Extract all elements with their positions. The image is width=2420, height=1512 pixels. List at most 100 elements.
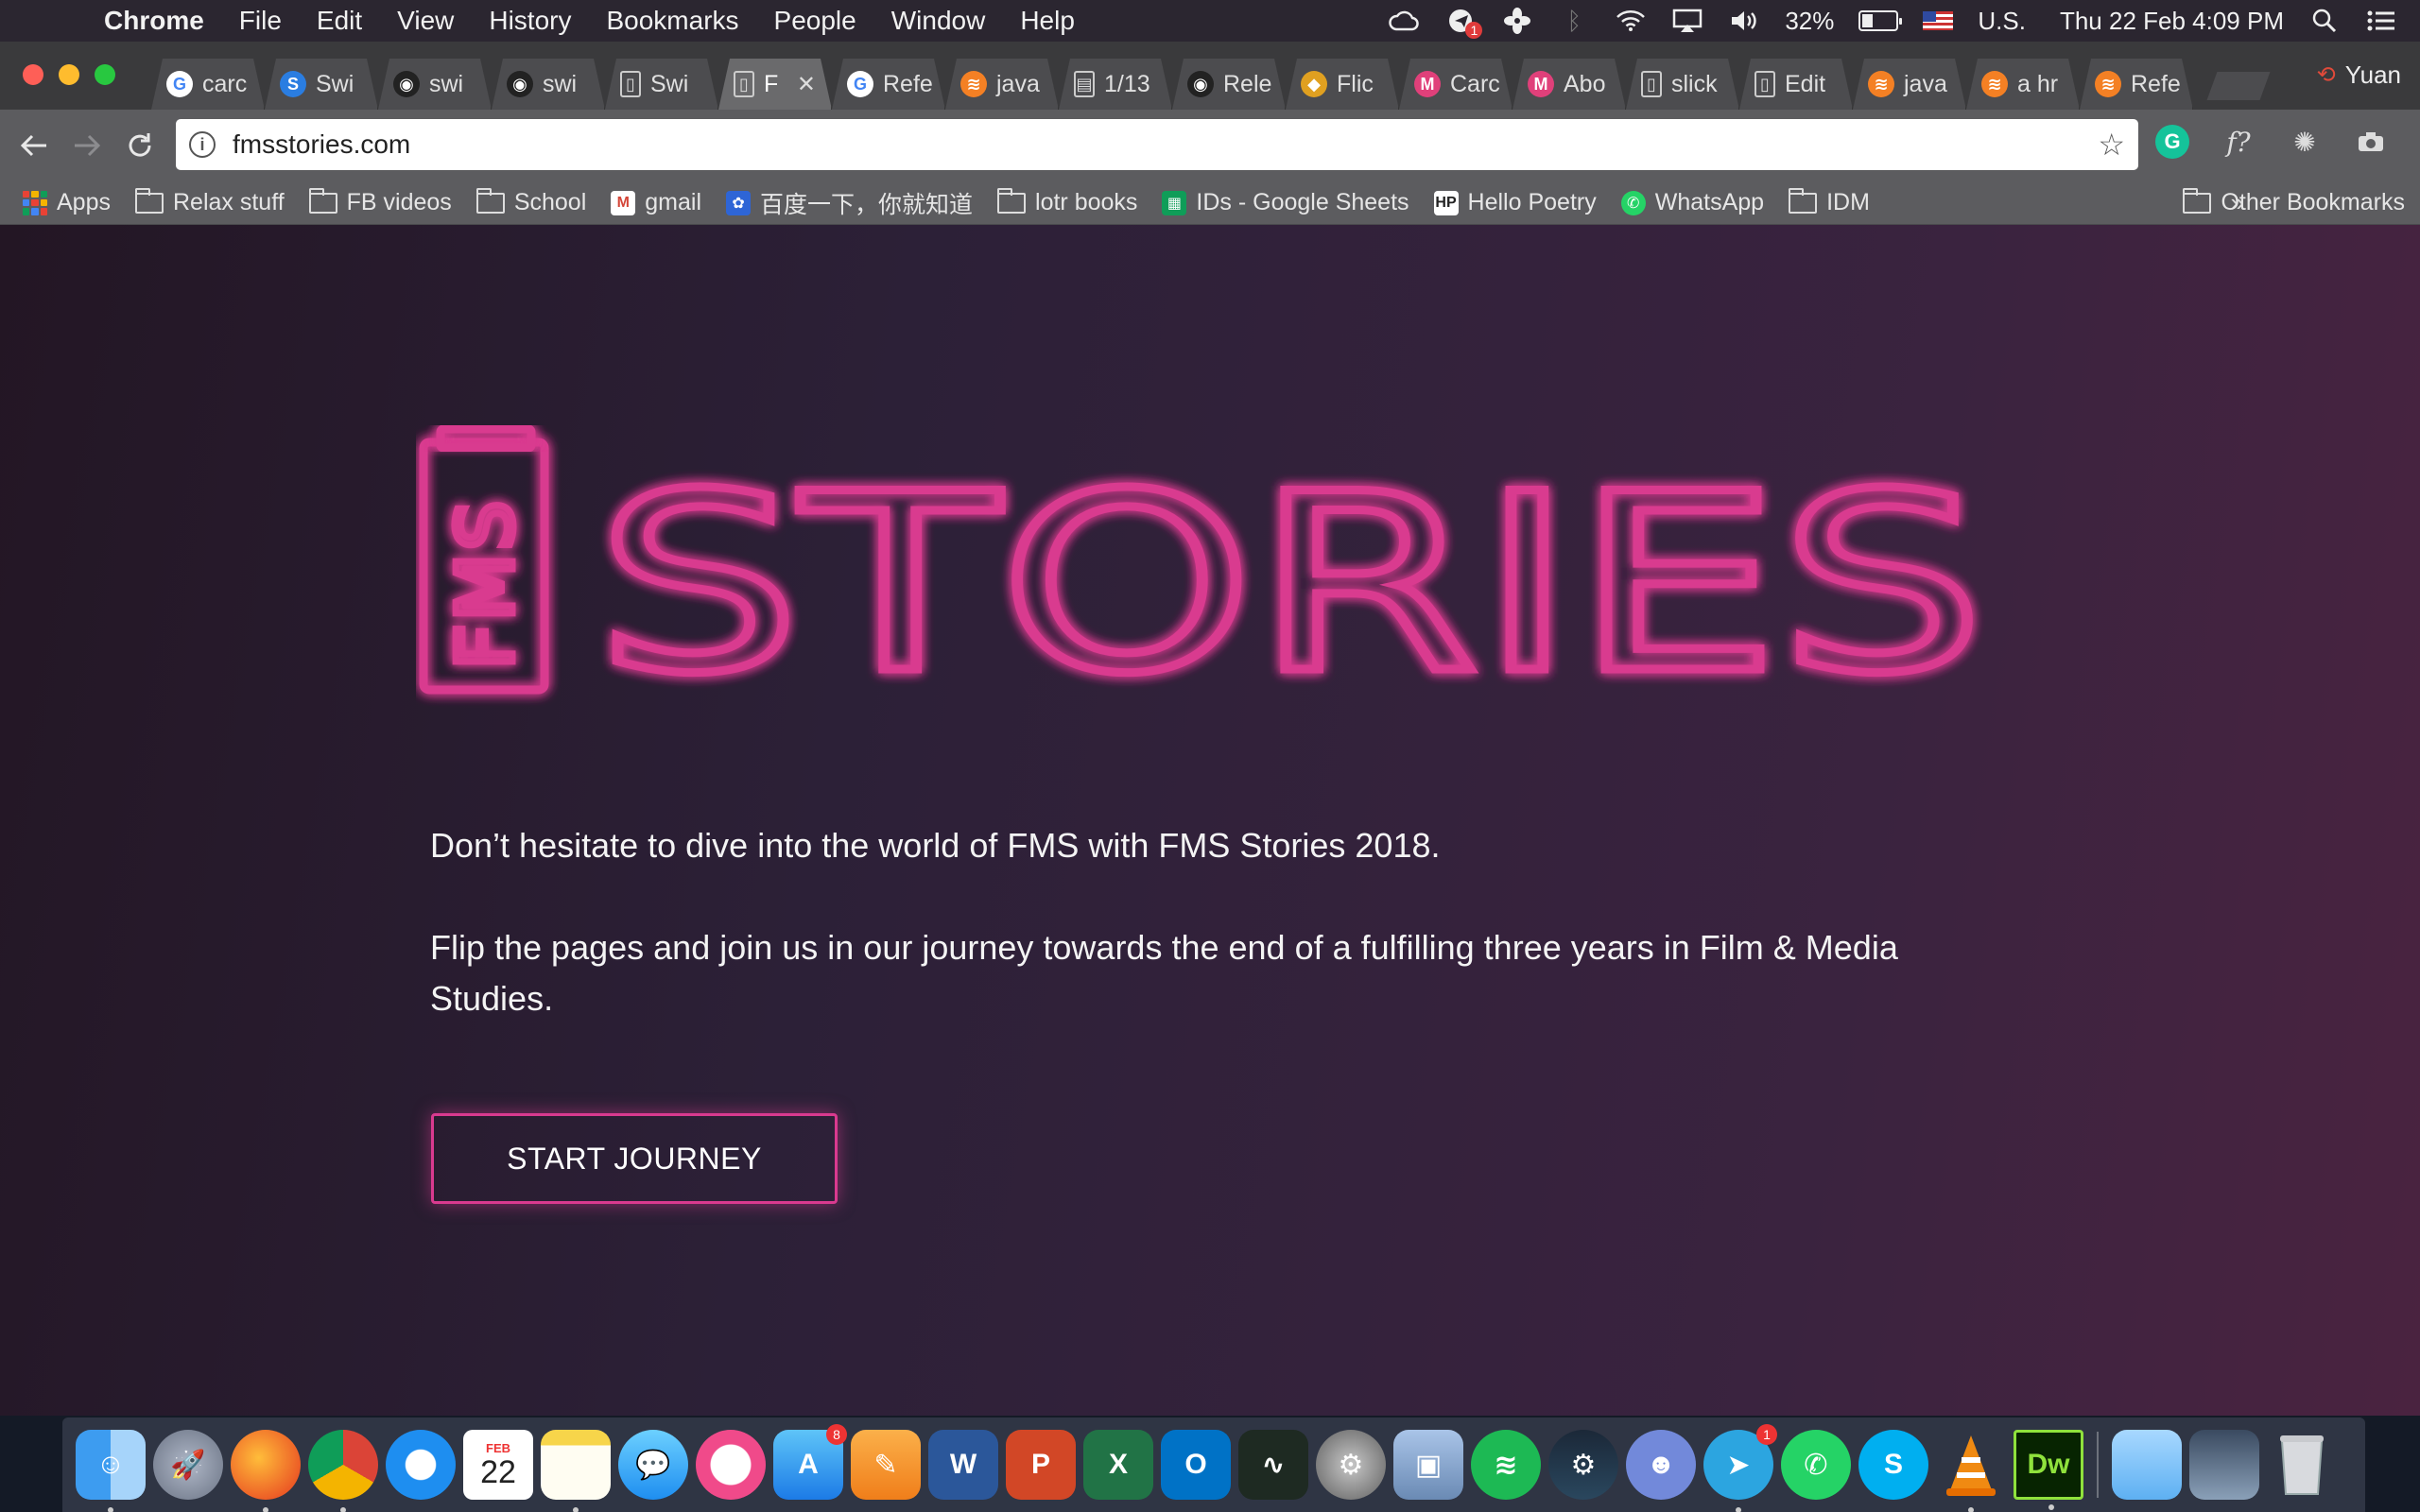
airplay-icon[interactable] (1671, 7, 1703, 35)
word-icon[interactable]: W (928, 1430, 998, 1500)
grammarly-icon[interactable]: G (2155, 125, 2189, 159)
browser-tab[interactable]: ▯ Edit (1739, 59, 1853, 110)
folder-icon[interactable] (2112, 1430, 2182, 1500)
bookmark-item[interactable]: Mgmail (611, 189, 701, 216)
vlc-icon[interactable] (1936, 1430, 2006, 1512)
chrome-icon[interactable] (308, 1430, 378, 1512)
whatsapp-icon[interactable]: ✆ (1781, 1430, 1851, 1500)
window-close-button[interactable] (23, 64, 43, 85)
window-zoom-button[interactable] (95, 64, 115, 85)
menu-window[interactable]: Window (891, 6, 986, 36)
excel-icon[interactable]: X (1083, 1430, 1153, 1500)
powerpoint-icon[interactable]: P (1006, 1430, 1076, 1500)
browser-tab[interactable]: S Swi (265, 59, 378, 110)
browser-tab[interactable]: Gcarc (151, 59, 265, 110)
bookmark-item[interactable]: ✆ WhatsApp (1620, 189, 1764, 216)
menu-bookmarks[interactable]: Bookmarks (606, 6, 738, 36)
forward-button[interactable] (68, 127, 106, 164)
bookmark-item[interactable]: lotr books (997, 187, 1137, 216)
camera-extension-icon[interactable] (2354, 125, 2388, 159)
notification-app-icon[interactable]: 1 (1444, 7, 1483, 39)
screenshot-icon[interactable] (2189, 1430, 2259, 1500)
browser-tab[interactable]: ◉ swi (492, 59, 605, 110)
activity-monitor-icon[interactable]: ∿ (1238, 1430, 1308, 1500)
preview-icon[interactable]: ▣ (1393, 1430, 1463, 1500)
formula-extension-icon[interactable]: f? (2221, 125, 2256, 159)
bookmark-item[interactable]: School (475, 187, 586, 216)
notes-icon[interactable] (541, 1430, 611, 1512)
window-minimize-button[interactable] (59, 64, 79, 85)
site-info-icon[interactable]: i (189, 131, 216, 158)
spotify-icon[interactable]: ≋ (1471, 1430, 1541, 1500)
input-source-label[interactable]: U.S. (1978, 7, 2026, 36)
menu-people[interactable]: People (774, 6, 856, 36)
browser-tab[interactable]: ≋ java (1853, 59, 1966, 110)
browser-tab[interactable]: ◆ Flic (1286, 59, 1399, 110)
bookmark-item[interactable]: FB videos (308, 187, 452, 216)
discord-icon[interactable]: ☻ (1626, 1430, 1696, 1500)
outlook-icon[interactable]: O (1161, 1430, 1231, 1500)
bookmark-item[interactable]: IDM (1789, 187, 1870, 216)
browser-tab[interactable]: M Abo (1512, 59, 1626, 110)
itunes-icon[interactable]: ♫ (696, 1430, 766, 1500)
firefox-icon[interactable] (231, 1430, 301, 1512)
browser-tab[interactable]: M Carc (1399, 59, 1512, 110)
bookmark-item[interactable]: Apps (23, 189, 111, 216)
fan-icon[interactable] (1501, 7, 1533, 35)
bookmark-star-icon[interactable]: ☆ (2098, 127, 2125, 163)
bookmark-item[interactable]: ✿ 百度一下，你就知道 (726, 186, 973, 220)
messages-icon[interactable]: 💬 (618, 1430, 688, 1500)
telegram-icon[interactable]: ➤ 1 (1703, 1424, 1777, 1512)
tab-close-icon[interactable]: ✕ (797, 71, 816, 98)
browser-tab[interactable]: ▯ Swi (605, 59, 718, 110)
address-bar[interactable]: i fmsstories.com ☆ (176, 119, 2138, 170)
browser-tab[interactable]: ≋ java (945, 59, 1059, 110)
finder-icon[interactable]: ☺ (76, 1430, 146, 1512)
reload-button[interactable] (121, 127, 159, 164)
menu-app-name[interactable]: Chrome (104, 6, 204, 36)
wifi-icon[interactable] (1615, 7, 1647, 35)
menubar-clock[interactable]: Thu 22 Feb 4:09 PM (2060, 7, 2284, 36)
browser-tab[interactable]: ≋ Refe (2080, 59, 2193, 110)
new-tab-button[interactable] (2206, 72, 2271, 100)
volume-icon[interactable] (1728, 7, 1760, 35)
browser-tab[interactable]: ◉ swi (378, 59, 492, 110)
bluetooth-icon[interactable]: ᛒ (1558, 7, 1590, 35)
menu-edit[interactable]: Edit (317, 6, 362, 36)
bookmark-item[interactable]: ▦ IDs - Google Sheets (1162, 189, 1409, 216)
app-store-icon[interactable]: A8 (773, 1424, 847, 1500)
start-journey-button[interactable]: START JOURNEY (431, 1113, 838, 1204)
menu-view[interactable]: View (397, 6, 454, 36)
browser-tab[interactable]: ≋ a hr (1966, 59, 2080, 110)
pages-icon[interactable]: ✎ (851, 1430, 921, 1500)
profile-button[interactable]: ⟲ Yuan (2317, 60, 2401, 90)
browser-tab[interactable]: ▤ 1/13 (1059, 59, 1172, 110)
browser-tab[interactable]: ▯ slick (1626, 59, 1739, 110)
browser-tab[interactable]: ◉ Rele (1172, 59, 1286, 110)
bookmark-item[interactable]: HP Hello Poetry (1433, 189, 1597, 216)
battery-percent[interactable]: 32% (1785, 7, 1834, 36)
menu-file[interactable]: File (239, 6, 282, 36)
creative-cloud-icon[interactable] (1388, 7, 1420, 35)
us-flag-icon[interactable] (1923, 11, 1954, 30)
bookmark-item[interactable]: Relax stuff (134, 187, 285, 216)
browser-tab[interactable]: G Refe (832, 59, 945, 110)
safari-icon[interactable]: ✦ (386, 1430, 456, 1500)
steam-icon[interactable]: ⚙ (1548, 1430, 1618, 1500)
spotlight-search-icon[interactable] (2308, 7, 2341, 35)
calendar-icon[interactable]: FEB 22 (463, 1430, 533, 1500)
trash-icon[interactable] (2267, 1430, 2337, 1500)
other-bookmarks-folder[interactable]: Other Bookmarks (2183, 187, 2405, 216)
menu-history[interactable]: History (489, 6, 571, 36)
back-button[interactable] (15, 127, 53, 164)
address-bar-url[interactable]: fmsstories.com (233, 129, 410, 160)
dreamweaver-icon[interactable]: Dw (2014, 1430, 2083, 1510)
menu-help[interactable]: Help (1020, 6, 1075, 36)
skype-icon[interactable]: S (1858, 1430, 1928, 1500)
system-preferences-icon[interactable]: ⚙ (1316, 1430, 1386, 1500)
film-reel-extension-icon[interactable]: ✺ (2288, 125, 2322, 159)
notification-center-icon[interactable] (2365, 7, 2397, 35)
battery-icon[interactable] (1858, 10, 1903, 31)
launchpad-icon[interactable]: 🚀 (153, 1430, 223, 1500)
browser-tab[interactable]: ▯ F ✕ (718, 59, 832, 110)
